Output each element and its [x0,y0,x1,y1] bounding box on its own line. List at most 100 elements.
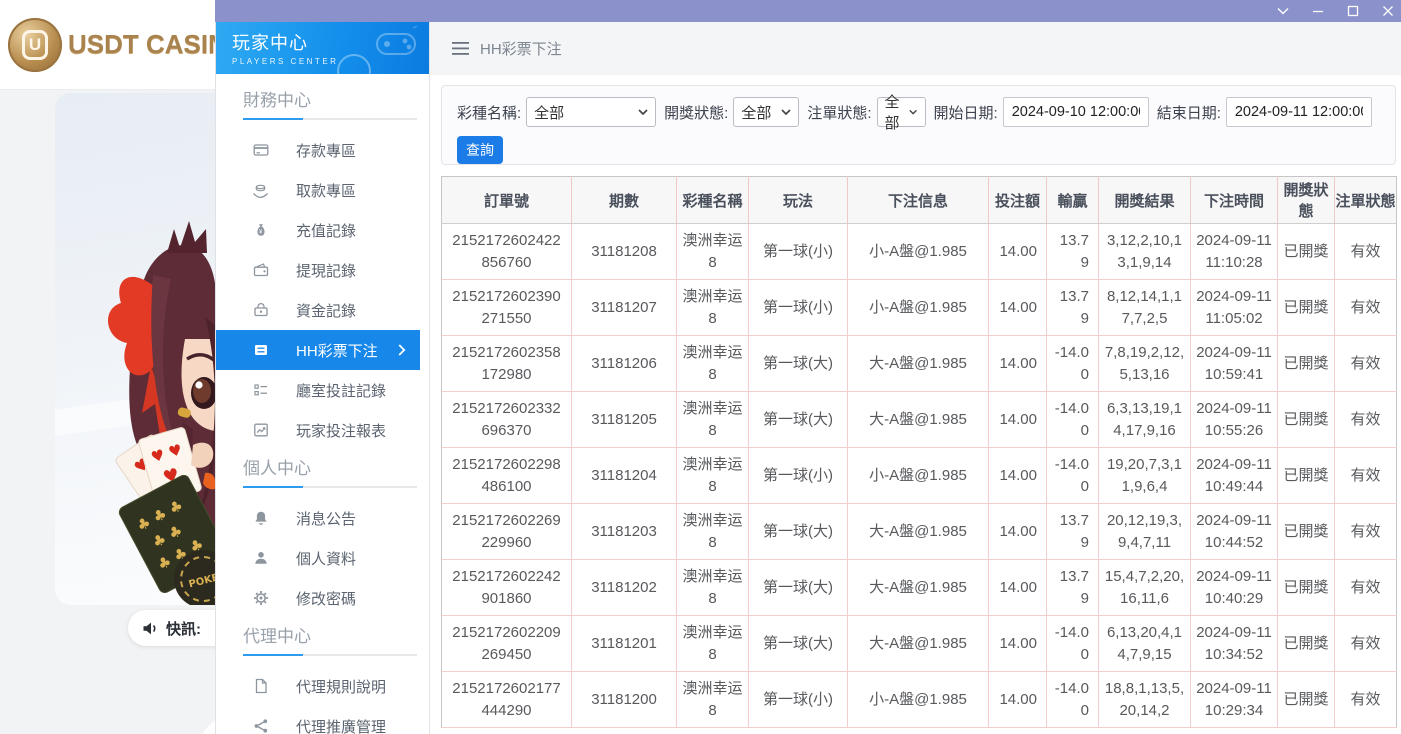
sidebar-item-user[interactable]: 個人資料 [216,538,429,578]
mascot-illustration: ♥ ♥ ♥ ♥ ♥ ♣ ♣ ♣ ♣ ♣ ♣ ♣ ♣ [55,93,215,605]
cell-draw-status: 已開獎 [1278,560,1335,616]
cell-order-status: 有效 [1335,504,1397,560]
cell-bet-time: 2024-09-11 10:40:29 [1191,560,1278,616]
maximize-button[interactable] [1346,4,1360,18]
cell-period: 31181200 [572,672,677,728]
cell-order-status: 有效 [1335,336,1397,392]
column-header-order-no: 訂單號 [442,177,572,224]
cell-draw-result: 19,20,7,3,11,9,6,4 [1099,448,1191,504]
cell-order-status: 有效 [1335,280,1397,336]
order-status-value: 全部 [885,91,910,133]
chevron-down-icon[interactable] [1276,4,1290,18]
sidebar-item-label: 資金記錄 [296,300,356,321]
sidebar-item-funds[interactable]: 資金記錄 [216,290,429,330]
sidebar-item-share[interactable]: 代理推廣管理 [216,706,429,734]
sidebar-item-deposit-card[interactable]: 存款專區 [216,130,429,170]
lottery-name-value: 全部 [534,102,564,123]
cell-order-status: 有效 [1335,560,1397,616]
sidebar-item-document[interactable]: 代理規則說明 [216,666,429,706]
cell-order-status: 有效 [1335,392,1397,448]
cell-bet-amount: 14.00 [989,336,1047,392]
column-header-order-status: 注單狀態 [1335,177,1397,224]
cell-bet-info: 大-A盤@1.985 [848,336,989,392]
sidebar-item-label: 代理規則說明 [296,676,386,697]
hamburger-menu-icon[interactable] [452,42,469,55]
cell-period: 31181206 [572,336,677,392]
sidebar-item-label: 存款專區 [296,140,356,161]
sidebar-item-lottery-list[interactable]: HH彩票下注 [216,330,420,370]
cell-period: 31181203 [572,504,677,560]
sidebar-item-bell[interactable]: 消息公告 [216,498,429,538]
cell-bet-amount: 14.00 [989,224,1047,280]
lottery-name-select[interactable]: 全部 [526,97,656,127]
cell-lottery-name: 澳洲幸运8 [677,392,749,448]
cell-bet-time: 2024-09-11 11:10:28 [1191,224,1278,280]
close-button[interactable] [1381,4,1395,18]
funds-icon [252,302,269,319]
cell-order-no: 2152172602332696370 [442,392,572,448]
sidebar-item-hall-record[interactable]: 廳室投註記錄 [216,370,429,410]
cell-play-type: 第一球(小) [749,448,848,504]
cell-period: 31181201 [572,616,677,672]
cell-draw-result: 6,3,13,19,14,17,9,16 [1099,392,1191,448]
cell-bet-amount: 14.00 [989,392,1047,448]
cell-order-no: 2152172602358172980 [442,336,572,392]
window-titlebar [215,0,1401,22]
sidebar-item-report-chart[interactable]: 玩家投注報表 [216,410,429,450]
column-header-bet-time: 下注時間 [1191,177,1278,224]
sidebar-item-gear[interactable]: 修改密碼 [216,578,429,618]
minimize-button[interactable] [1311,4,1325,18]
sidebar: 玩家中心 PLAYERS CENTER 財務中心存款專區取款專區¥充值記錄提現記… [215,22,430,734]
left-decorative-panel: ♥ ♥ ♥ ♥ ♥ ♣ ♣ ♣ ♣ ♣ ♣ ♣ ♣ [0,0,215,734]
draw-status-select[interactable]: 全部 [733,97,799,127]
cell-bet-amount: 14.00 [989,448,1047,504]
start-date-input[interactable] [1003,97,1149,127]
gamepad-icon [373,26,419,65]
table-row: 215217260226922996031181203澳洲幸运8第一球(大)大-… [442,504,1397,560]
draw-status-value: 全部 [741,102,771,123]
cell-draw-result: 7,8,19,2,12,5,13,16 [1099,336,1191,392]
cell-bet-info: 小-A盤@1.985 [848,280,989,336]
query-button[interactable]: 查詢 [457,136,503,164]
cell-win-loss: -14.00 [1047,672,1099,728]
moneybag-icon: ¥ [252,222,269,239]
cell-play-type: 第一球(大) [749,616,848,672]
cell-draw-status: 已開獎 [1278,448,1335,504]
cell-draw-status: 已開獎 [1278,616,1335,672]
cell-order-no: 2152172602209269450 [442,616,572,672]
cell-period: 31181207 [572,280,677,336]
end-date-input[interactable] [1226,97,1372,127]
table-row: 215217260233269637031181205澳洲幸运8第一球(大)大-… [442,392,1397,448]
sidebar-item-label: 修改密碼 [296,588,356,609]
order-status-select[interactable]: 全部 [877,97,926,127]
cell-draw-result: 18,8,1,13,5,20,14,2 [1099,672,1191,728]
cell-order-no: 2152172602242901860 [442,560,572,616]
table-row: 215217260217744429031181200澳洲幸运8第一球(小)小-… [442,672,1397,728]
cell-order-status: 有效 [1335,672,1397,728]
cell-play-type: 第一球(小) [749,672,848,728]
cell-period: 31181204 [572,448,677,504]
cell-bet-time: 2024-09-11 10:55:26 [1191,392,1278,448]
sidebar-item-label: 玩家投注報表 [296,420,386,441]
column-header-lottery-name: 彩種名稱 [677,177,749,224]
cell-lottery-name: 澳洲幸运8 [677,224,749,280]
coin-icon: U [8,18,62,72]
cell-win-loss: 13.79 [1047,560,1099,616]
cell-bet-amount: 14.00 [989,280,1047,336]
sidebar-item-label: 廳室投註記錄 [296,380,386,401]
sidebar-item-label: 提現記錄 [296,260,356,281]
sidebar-item-label: 消息公告 [296,508,356,529]
cell-draw-result: 3,12,2,10,13,1,9,14 [1099,224,1191,280]
sidebar-item-wallet[interactable]: 提現記錄 [216,250,429,290]
cell-draw-status: 已開獎 [1278,336,1335,392]
sidebar-item-withdraw-hand[interactable]: 取款專區 [216,170,429,210]
cell-win-loss: -14.00 [1047,616,1099,672]
cell-draw-status: 已開獎 [1278,504,1335,560]
sidebar-item-label: 個人資料 [296,548,356,569]
cell-draw-result: 20,12,19,3,9,4,7,11 [1099,504,1191,560]
cell-bet-info: 小-A盤@1.985 [848,224,989,280]
wallet-icon [252,262,269,279]
sidebar-item-moneybag[interactable]: ¥充值記錄 [216,210,429,250]
column-header-draw-status: 開獎狀態 [1278,177,1335,224]
cell-lottery-name: 澳洲幸运8 [677,448,749,504]
